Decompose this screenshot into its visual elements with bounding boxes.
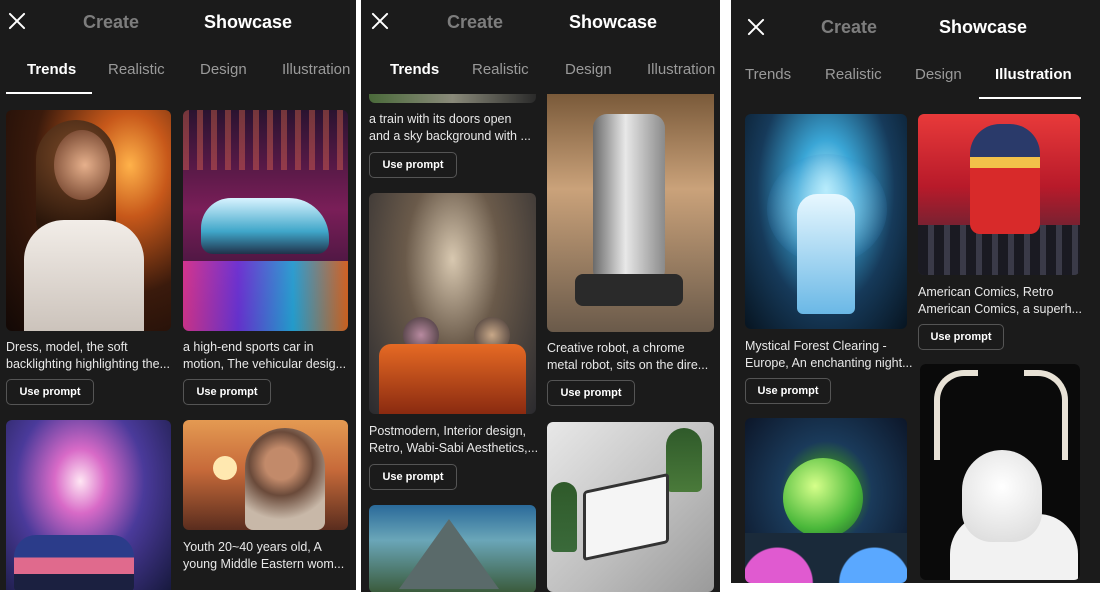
tab-design[interactable]: Design	[565, 61, 612, 78]
card-image-fairy[interactable]	[745, 114, 907, 329]
card-image-planet[interactable]	[745, 418, 907, 583]
active-tab-underline	[979, 97, 1081, 99]
screen-trends-1: Create Showcase Trends Realistic Design …	[0, 0, 356, 590]
card-image-deer[interactable]	[920, 364, 1080, 580]
tab-trends[interactable]: Trends	[27, 61, 76, 78]
tab-design[interactable]: Design	[200, 61, 247, 78]
card-image-mountain[interactable]	[369, 505, 536, 592]
tab-trends[interactable]: Trends	[390, 61, 439, 78]
card-image-laptop[interactable]	[547, 422, 714, 592]
tab-design[interactable]: Design	[915, 66, 962, 83]
use-prompt-button[interactable]: Use prompt	[369, 152, 457, 178]
card-image-bride[interactable]	[6, 110, 171, 331]
card-caption: Postmodern, Interior design, Retro, Wabi…	[369, 424, 539, 455]
screen-trends-2: Create Showcase Trends Realistic Design …	[361, 0, 720, 592]
tab-illustration[interactable]: Illustration	[282, 61, 350, 78]
card-image-sports-car[interactable]	[183, 110, 348, 331]
top-bar: Create Showcase	[0, 0, 356, 44]
tab-realistic[interactable]: Realistic	[825, 66, 882, 83]
use-prompt-button[interactable]: Use prompt	[6, 379, 94, 405]
active-tab-underline	[6, 92, 92, 94]
tab-realistic[interactable]: Realistic	[108, 61, 165, 78]
card-caption: Mystical Forest Clearing - Europe, An en…	[745, 339, 913, 370]
use-prompt-button[interactable]: Use prompt	[547, 380, 635, 406]
card-image-robot[interactable]	[547, 94, 714, 332]
screen-illustration: Create Showcase Trends Realistic Design …	[731, 0, 1100, 583]
tab-trends[interactable]: Trends	[745, 66, 791, 83]
use-prompt-button[interactable]: Use prompt	[918, 324, 1004, 350]
tab-illustration[interactable]: Illustration	[995, 66, 1072, 83]
create-tab-header[interactable]: Create	[447, 12, 503, 33]
card-image-galaxy-train[interactable]	[6, 420, 171, 590]
card-image-woman[interactable]	[183, 420, 348, 530]
card-caption: American Comics, Retro American Comics, …	[918, 285, 1082, 316]
card-caption: a train with its doors open and a sky ba…	[369, 112, 531, 143]
card-caption: Creative robot, a chrome metal robot, si…	[547, 341, 709, 372]
top-bar: Create Showcase	[361, 0, 720, 44]
card-image-interior[interactable]	[369, 193, 536, 414]
card-caption: Youth 20~40 years old, A young Middle Ea…	[183, 540, 345, 571]
close-icon[interactable]	[747, 18, 765, 36]
card-image-superheroes[interactable]	[918, 114, 1080, 275]
showcase-tab-header[interactable]: Showcase	[939, 17, 1027, 38]
card-image-train-partial[interactable]	[369, 94, 536, 103]
close-icon[interactable]	[8, 12, 26, 30]
create-tab-header[interactable]: Create	[83, 12, 139, 33]
showcase-tab-header[interactable]: Showcase	[204, 12, 292, 33]
card-caption: Dress, model, the soft backlighting high…	[6, 340, 171, 371]
close-icon[interactable]	[371, 12, 389, 30]
top-bar: Create Showcase	[731, 0, 1100, 44]
tab-illustration[interactable]: Illustration	[647, 61, 715, 78]
create-tab-header[interactable]: Create	[821, 17, 877, 38]
use-prompt-button[interactable]: Use prompt	[745, 378, 831, 404]
use-prompt-button[interactable]: Use prompt	[183, 379, 271, 405]
use-prompt-button[interactable]: Use prompt	[369, 464, 457, 490]
card-caption: a high-end sports car in motion, The veh…	[183, 340, 347, 371]
showcase-tab-header[interactable]: Showcase	[569, 12, 657, 33]
tab-realistic[interactable]: Realistic	[472, 61, 529, 78]
